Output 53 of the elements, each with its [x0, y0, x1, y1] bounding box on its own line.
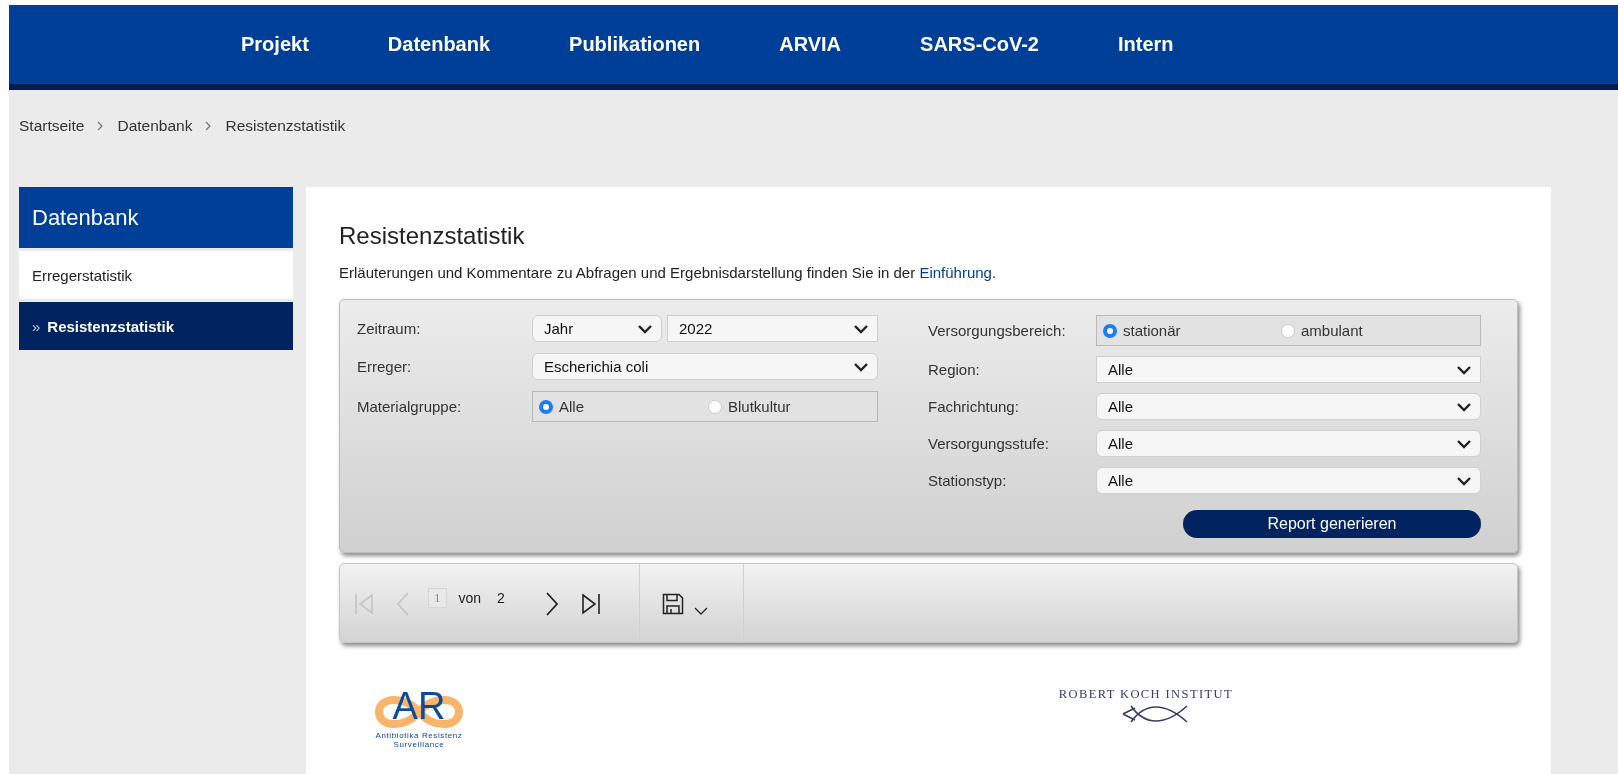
page-total: 2: [497, 590, 505, 606]
report-button[interactable]: Report generieren: [1183, 510, 1481, 538]
field-label: Zeitraum:: [357, 320, 422, 337]
logo-text: ROBERT KOCH INSTITUT: [1058, 687, 1233, 702]
nav-link[interactable]: SARS-CoV-2: [920, 33, 1039, 56]
breadcrumb-link[interactable]: Resistenzstatistik: [225, 116, 346, 135]
of-label: von: [458, 590, 482, 606]
field-label: Materialgruppe:: [357, 398, 463, 415]
caret-icon[interactable]: [694, 607, 708, 615]
breadcrumb-link[interactable]: Startseite: [19, 116, 85, 135]
field-label: Versorgungsbereich:: [928, 322, 1067, 339]
select-field[interactable]: Alle: [1096, 356, 1481, 383]
radio-option[interactable]: ambulant: [1281, 322, 1459, 339]
chevron-down-icon: [637, 323, 653, 334]
nav-link[interactable]: Publikationen: [569, 33, 701, 56]
sidebar-item[interactable]: » Resistenzstatistik: [19, 302, 293, 350]
nav-link[interactable]: ARVIA: [779, 33, 842, 56]
logo-text: Surveillance: [393, 740, 445, 749]
chevron-down-icon: [1456, 475, 1472, 486]
radio-option[interactable]: Alle: [539, 398, 708, 415]
nav-link[interactable]: Projekt: [241, 33, 309, 56]
chevron-down-icon: [1456, 438, 1472, 449]
chevron-down-icon: [853, 323, 869, 334]
field-label: Fachrichtung:: [928, 398, 1020, 415]
last-page-icon[interactable]: [580, 592, 601, 616]
intro-text: Erläuterungen und Kommentare zu Abfragen und Ergebnisdarstellung finden Sie in der Einführung.: [339, 264, 998, 281]
chevron-down-icon: [853, 361, 869, 372]
intro-link[interactable]: Einführung: [919, 264, 992, 281]
radio-option[interactable]: stationär: [1103, 322, 1281, 339]
chevron-down-icon: [1456, 401, 1472, 412]
breadcrumb-link[interactable]: Datenbank: [117, 116, 193, 135]
select-field[interactable]: Jahr: [532, 315, 662, 342]
page-title: Resistenzstatistik: [339, 222, 526, 250]
field-label: Erreger:: [357, 358, 413, 375]
sidebar-title: Datenbank: [19, 187, 293, 248]
field-label: Stationstyp:: [928, 472, 1008, 489]
nav-link[interactable]: Intern: [1117, 33, 1174, 56]
select-field[interactable]: Alle: [1096, 393, 1481, 420]
next-page-icon[interactable]: [544, 591, 559, 617]
chevron-icon: [97, 120, 105, 131]
field-label: Versorgungsstufe:: [928, 435, 1050, 452]
radio-option[interactable]: Blutkultur: [708, 398, 877, 415]
select-field[interactable]: Alle: [1096, 467, 1481, 494]
chevron-icon: [205, 120, 213, 131]
field-label: Region:: [928, 361, 981, 378]
select-field[interactable]: Escherichia coli: [532, 353, 878, 380]
logo-text: Antibiotika Resistenz: [375, 731, 463, 740]
select-field[interactable]: 2022: [667, 315, 878, 342]
chevron-down-icon: [1456, 364, 1472, 375]
nav-link[interactable]: Datenbank: [387, 33, 491, 56]
sidebar-item[interactable]: Erregerstatistik: [19, 251, 293, 299]
select-field[interactable]: Alle: [1096, 430, 1481, 457]
save-icon[interactable]: [662, 593, 684, 615]
